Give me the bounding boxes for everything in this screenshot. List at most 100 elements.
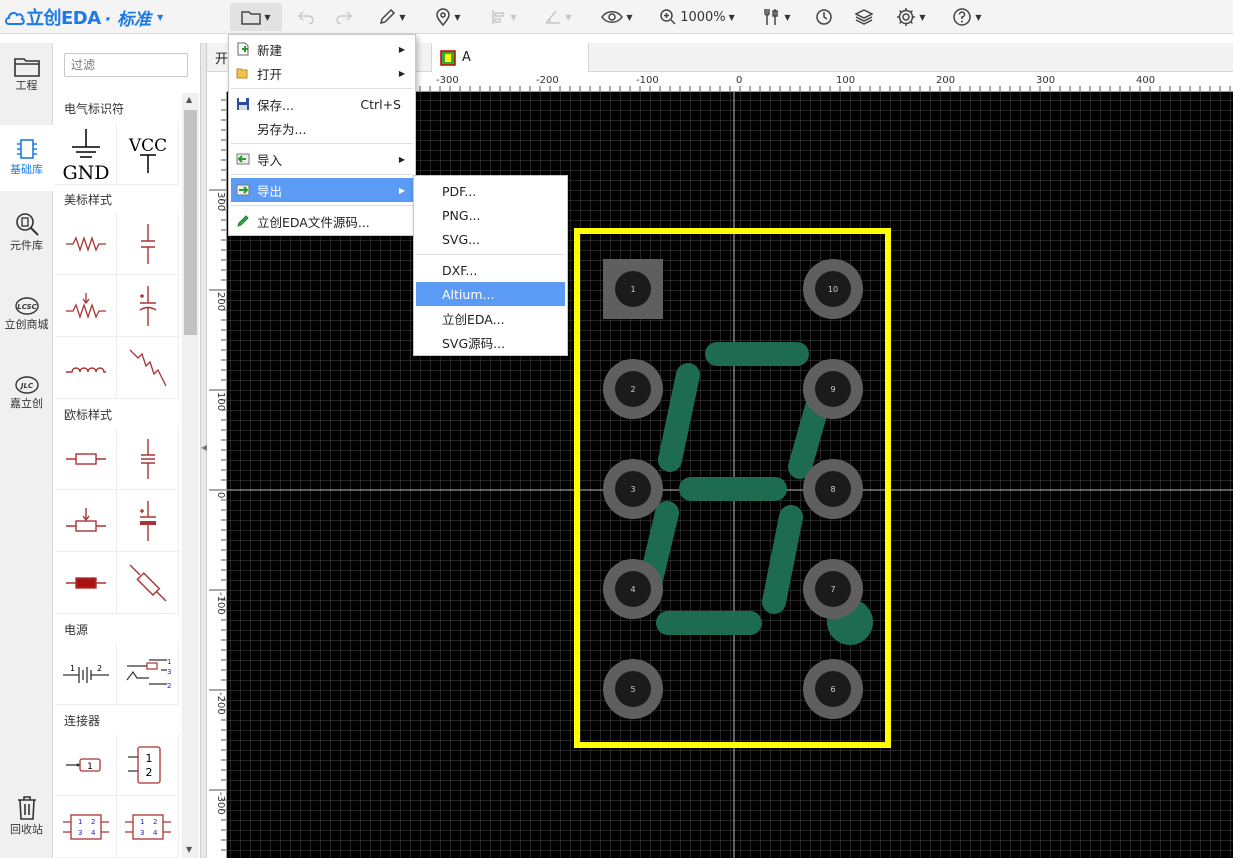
ruler-x-label: 200	[936, 75, 955, 86]
tab-pcb-a[interactable]: A	[431, 43, 589, 72]
capacitor-eu-symbol[interactable]	[117, 428, 179, 490]
capacitor-icon	[140, 223, 155, 264]
polarized-capacitor-symbol[interactable]	[117, 275, 179, 337]
menu-item-import[interactable]: 导入 ▶	[231, 147, 413, 171]
app-logo[interactable]: 立创EDA · 标准 ▼	[4, 4, 163, 30]
submenu-arrow-icon: ▶	[398, 154, 405, 164]
pad-8[interactable]: 8	[803, 459, 863, 519]
eye-icon	[601, 11, 624, 23]
potentiometer-eu-symbol[interactable]	[55, 490, 117, 552]
pad-4[interactable]: 4	[603, 559, 663, 619]
export-svg-source[interactable]: SVG源码...	[416, 330, 565, 354]
rail-item-project[interactable]: 工程	[0, 55, 53, 115]
export-pdf[interactable]: PDF...	[416, 179, 565, 203]
rail-item-lcsc[interactable]: LCSC 立创商城	[0, 296, 53, 346]
menu-item-save-as[interactable]: 另存为...	[231, 116, 413, 140]
scroll-down-icon[interactable]: ▼	[186, 845, 192, 854]
ruler-x-label: -100	[636, 75, 659, 86]
rail-item-basic-library[interactable]: 基础库	[0, 125, 53, 191]
varistor-symbol[interactable]	[117, 552, 179, 614]
gnd-symbol[interactable]: GND	[55, 123, 117, 185]
header-4pin-alt-symbol[interactable]: 1 2 3 4	[117, 796, 179, 858]
align-button[interactable]: ▼	[484, 3, 524, 31]
submenu-arrow-icon: ▶	[398, 68, 405, 78]
rail-item-jlc[interactable]: JLC 嘉立创	[0, 375, 53, 425]
rail-item-trash[interactable]: 回收站	[0, 795, 53, 847]
power-symbol-icon: VCC	[127, 136, 167, 173]
pad-1[interactable]: 1	[603, 259, 663, 319]
tab-label: A	[462, 50, 471, 65]
edition-label: · 标准	[104, 9, 152, 30]
resistor-us-symbol[interactable]	[55, 213, 117, 275]
svg-text:2: 2	[91, 818, 95, 826]
header-4pin-symbol[interactable]: 1 2 3 4	[55, 796, 117, 858]
file-menu-button[interactable]: ▼	[230, 3, 282, 31]
menu-separator	[231, 143, 413, 144]
menu-item-source[interactable]: 立创EDA文件源码...	[231, 209, 413, 233]
save-icon	[237, 98, 249, 110]
menu-item-save[interactable]: 保存... Ctrl+S	[231, 92, 413, 116]
chevron-down-icon: ▼	[626, 12, 633, 22]
chevron-down-icon: ▼	[728, 12, 735, 22]
place-tools-button[interactable]: ▼	[428, 3, 468, 31]
export-svg[interactable]: SVG...	[416, 227, 565, 251]
pad-number: 6	[830, 685, 835, 694]
pad-10[interactable]: 10	[803, 259, 863, 319]
layers-button[interactable]	[850, 3, 878, 31]
settings-button[interactable]: ▼	[890, 3, 932, 31]
power-jack-icon: 1 3 2	[126, 658, 171, 690]
open-folder-icon	[236, 68, 248, 79]
potentiometer-us-symbol[interactable]	[55, 275, 117, 337]
fuse-symbol[interactable]	[55, 552, 117, 614]
export-icon	[236, 184, 250, 196]
capacitor-symbol[interactable]	[117, 213, 179, 275]
view-button[interactable]: ▼	[596, 3, 638, 31]
scroll-up-icon[interactable]: ▲	[186, 95, 192, 104]
left-rail: 工程 基础库 元件库 LCSC 立创商城 JLC 嘉立创 回收站	[0, 43, 53, 858]
pad-9[interactable]: 9	[803, 359, 863, 419]
power-jack-symbol[interactable]: 1 3 2	[117, 643, 179, 705]
pad-3[interactable]: 3	[603, 459, 663, 519]
header-2pin-symbol[interactable]: 12	[117, 734, 179, 796]
ruler-y-label: -300	[215, 792, 226, 815]
pad-5[interactable]: 5	[603, 659, 663, 719]
history-button[interactable]	[810, 3, 838, 31]
rail-item-components[interactable]: 元件库	[0, 211, 53, 271]
redo-button[interactable]	[330, 3, 358, 31]
category-title: 连接器	[64, 714, 101, 728]
resistor-eu-symbol[interactable]	[55, 428, 117, 490]
ruler-x-label: 0	[736, 75, 742, 86]
ruler-y-label: -200	[215, 692, 226, 715]
draw-tools-button[interactable]: ▼	[372, 3, 412, 31]
inductor-symbol[interactable]	[55, 337, 117, 399]
polarized-capacitor-icon	[139, 500, 156, 541]
menu-item-export[interactable]: 导出 ▶	[231, 178, 413, 202]
header-1pin-symbol[interactable]: 1	[55, 734, 117, 796]
export-png[interactable]: PNG...	[416, 203, 565, 227]
brand-name: 立创EDA	[26, 8, 101, 29]
help-button[interactable]: ▼	[946, 3, 988, 31]
export-lceda[interactable]: 立创EDA...	[416, 306, 565, 330]
thermistor-symbol[interactable]	[117, 337, 179, 399]
pad-2[interactable]: 2	[603, 359, 663, 419]
connector-icon: 1 2 3 4	[62, 813, 109, 840]
capacitor-icon	[140, 438, 155, 479]
export-altium[interactable]: Altium...	[416, 282, 565, 306]
battery-symbol[interactable]: 12	[55, 643, 117, 705]
scroll-thumb[interactable]	[184, 110, 197, 335]
tools-icon	[764, 9, 779, 25]
pad-7[interactable]: 7	[803, 559, 863, 619]
vcc-symbol[interactable]: VCC	[117, 123, 179, 185]
export-dxf[interactable]: DXF...	[416, 258, 565, 282]
tools-button[interactable]: ▼	[756, 3, 798, 31]
undo-button[interactable]	[292, 3, 320, 31]
menu-item-open[interactable]: 打开 ▶	[231, 61, 413, 85]
chevron-down-icon: ▼	[975, 12, 982, 22]
filter-input[interactable]	[64, 53, 188, 77]
svg-text:3: 3	[78, 829, 82, 837]
pad-6[interactable]: 6	[803, 659, 863, 719]
menu-item-new[interactable]: 新建 ▶	[231, 37, 413, 61]
measure-button[interactable]: ▼	[538, 3, 578, 31]
polarized-capacitor-eu-symbol[interactable]	[117, 490, 179, 552]
zoom-button[interactable]: 1000% ▼	[652, 3, 742, 31]
